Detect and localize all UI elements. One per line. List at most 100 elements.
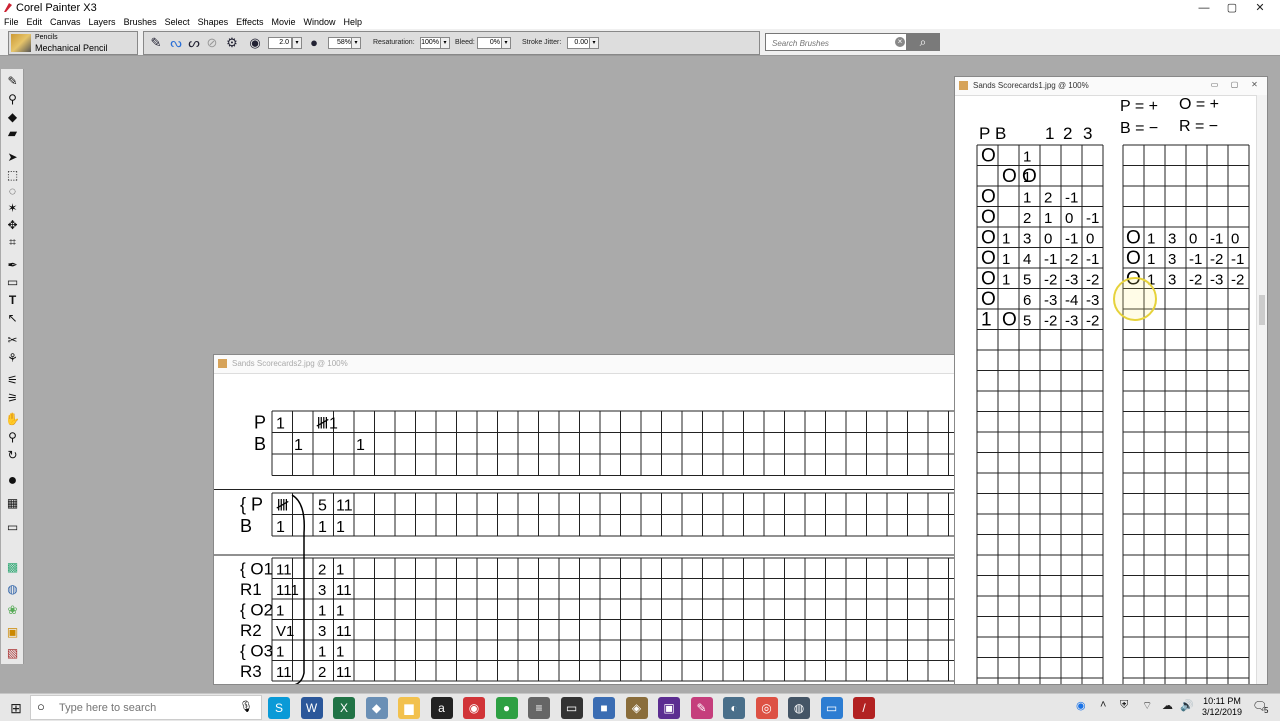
clear-search-icon[interactable]: × [895,37,905,47]
paper-swatch-icon[interactable]: ▦ [4,495,21,511]
menu-help[interactable]: Help [340,16,367,28]
show-hidden-icons-chevron[interactable]: ˄ [1100,699,1106,711]
pen-tool-icon[interactable]: ✒ [4,257,21,273]
gradient-library-icon[interactable]: ▣ [4,624,21,640]
menu-select[interactable]: Select [161,16,194,28]
magic-wand-icon[interactable]: ✶ [4,200,21,216]
flow-map-icon[interactable]: ◍ [4,581,21,597]
app-blue-taskbar-icon[interactable]: ◆ [365,697,388,719]
pattern-library-icon[interactable]: ❀ [4,602,21,618]
document-window-scorecards1[interactable]: Sands Scorecards1.jpg @ 100% ▭ ▢ ✕ P = +… [954,76,1268,685]
menu-edit[interactable]: Edit [23,16,47,28]
menu-file[interactable]: File [0,16,23,28]
menu-window[interactable]: Window [300,16,340,28]
eraser-tool-icon[interactable]: ▰ [4,125,21,141]
grabber-tool-icon[interactable]: ✋ [4,411,21,427]
document-title-bar[interactable]: Sands Scorecards2.jpg @ 100% [214,355,957,374]
menu-layers[interactable]: Layers [85,16,120,28]
start-button[interactable]: ⊞ [4,696,28,720]
app-pink-taskbar-icon[interactable]: ✎ [690,697,713,719]
paint-bucket-icon[interactable]: ◆ [4,109,21,125]
score-cell: 0 [1065,210,1073,227]
menu-movie[interactable]: Movie [268,16,300,28]
rotate-page-icon[interactable]: ↻ [4,447,21,463]
wifi-icon[interactable]: ⌔ [1142,699,1152,713]
doc-close-button[interactable]: ✕ [1247,80,1262,90]
app-purple-taskbar-icon[interactable]: ▣ [658,697,680,719]
bleed-dropdown-icon[interactable]: ▾ [501,37,511,49]
stroke-attributes-icon[interactable]: ⚙ [224,35,240,51]
dropper-tool-icon[interactable]: ⚲ [4,91,21,107]
app-red-taskbar-icon[interactable]: ◉ [463,697,485,719]
dodge-tool-icon[interactable]: ⚟ [4,372,21,388]
rect-select-icon[interactable]: ⬚ [4,167,21,183]
security-tray-icon[interactable]: ⛨ [1120,699,1128,712]
search-button[interactable]: ⌕ [906,33,940,51]
app-blue2-taskbar-icon[interactable]: ■ [593,697,615,719]
oval-select-icon[interactable]: ◌ [4,183,21,199]
painter-taskbar-icon[interactable]: / [853,697,875,719]
app-window-taskbar-icon[interactable]: ▭ [820,697,843,719]
resaturation-dropdown-icon[interactable]: ▾ [440,37,450,49]
stroke-type-line-icon[interactable]: ᔕ [186,35,202,51]
doc-scroll-thumb[interactable] [1259,295,1265,325]
opacity-dropdown-icon[interactable]: ▾ [351,37,361,49]
brush-search-input[interactable] [770,35,904,51]
app-circle-taskbar-icon[interactable]: ◍ [788,697,810,719]
stroke-jitter-dropdown-icon[interactable]: ▾ [589,37,599,49]
app-fish-taskbar-icon[interactable]: ◐ [723,697,745,719]
doc-minimize-button[interactable]: ▭ [1207,80,1222,90]
brush-dab-icon[interactable]: ✎ [148,35,164,51]
onedrive-icon[interactable]: ☁ [1162,699,1173,712]
excel-taskbar-icon[interactable]: X [333,697,355,719]
microphone-icon[interactable]: 🎙 [239,700,253,713]
menu-canvas[interactable]: Canvas [46,16,85,28]
clock[interactable]: 10:11 PM 3/12/2019 [1196,696,1248,718]
text-tool-icon[interactable]: T [4,292,21,308]
size-dropdown-icon[interactable]: ▾ [292,37,302,49]
stroke-type-freehand-icon[interactable]: ᔓ [168,35,184,51]
size-field[interactable]: 2.0 [268,37,292,49]
brush-selector[interactable]: Pencils Mechanical Pencil [8,31,138,55]
transform-tool-icon[interactable]: ✥ [4,217,21,233]
taskbar-search-input[interactable] [57,701,241,715]
resaturation-field[interactable]: 100% [420,37,442,49]
chrome-taskbar-icon[interactable]: ◎ [755,697,778,719]
burn-tool-icon[interactable]: ⚞ [4,390,21,406]
main-color-swatch-icon[interactable]: ● [4,473,21,489]
skype-taskbar-icon[interactable]: S [268,697,290,719]
menu-shapes[interactable]: Shapes [194,16,233,28]
rubber-stamp-icon[interactable]: ⚘ [4,350,21,366]
close-button[interactable]: ✕ [1246,0,1274,16]
brush-tool-icon[interactable]: ✎ [4,73,21,89]
crop-tool-icon[interactable]: ⌗ [4,234,21,250]
app-green-taskbar-icon[interactable]: ● [495,697,518,719]
chrome-tray-icon[interactable]: ◉ [1076,699,1086,712]
magnifier-tool-icon[interactable]: ⚲ [4,429,21,445]
stroke-jitter-field[interactable]: 0.00 [567,37,591,49]
word-taskbar-icon[interactable]: W [300,697,323,719]
menu-brushes[interactable]: Brushes [120,16,161,28]
document-window-scorecards2[interactable]: Sands Scorecards2.jpg @ 100% P 1 𝍸1 B 1 1{ P𝍸… [213,354,958,685]
volume-icon[interactable]: 🔊 [1180,699,1194,712]
document-title-bar[interactable]: Sands Scorecards1.jpg @ 100% ▭ ▢ ✕ [955,77,1267,96]
bleed-field[interactable]: 0% [477,37,503,49]
cloner-tool-icon[interactable]: ✂ [4,332,21,348]
screen-mode-icon[interactable]: ▭ [4,519,21,535]
explorer-taskbar-icon[interactable]: ▆ [398,697,420,719]
menu-effects[interactable]: Effects [232,16,267,28]
nozzle-library-icon[interactable]: ▧ [4,645,21,661]
terminal-taskbar-icon[interactable]: ▭ [560,697,583,719]
layer-adjuster-icon[interactable]: ➤ [4,149,21,165]
paper-library-icon[interactable]: ▩ [4,559,21,575]
app-stack-taskbar-icon[interactable]: ◈ [625,697,648,719]
shape-selection-icon[interactable]: ↖ [4,310,21,326]
maximize-button[interactable]: ▢ [1218,0,1246,16]
scorecard2-canvas[interactable]: P 1 𝍸1B 1 1{ P 𝍸 5 11 B 1 1 1{ O1 11 2 1 R1 111 3 11{ O2… [214,373,958,685]
doc-maximize-button[interactable]: ▢ [1227,80,1242,90]
minimize-button[interactable]: — [1190,0,1218,16]
app-gray-taskbar-icon[interactable]: ≡ [528,697,550,719]
amazon-taskbar-icon[interactable]: a [430,697,453,719]
rectangle-shape-icon[interactable]: ▭ [4,274,21,290]
scorecard1-canvas[interactable]: P = + O = +B = − R = −P B 1 2 3O 1O O1O 1 2 -1O 2 1 0… [955,95,1259,685]
